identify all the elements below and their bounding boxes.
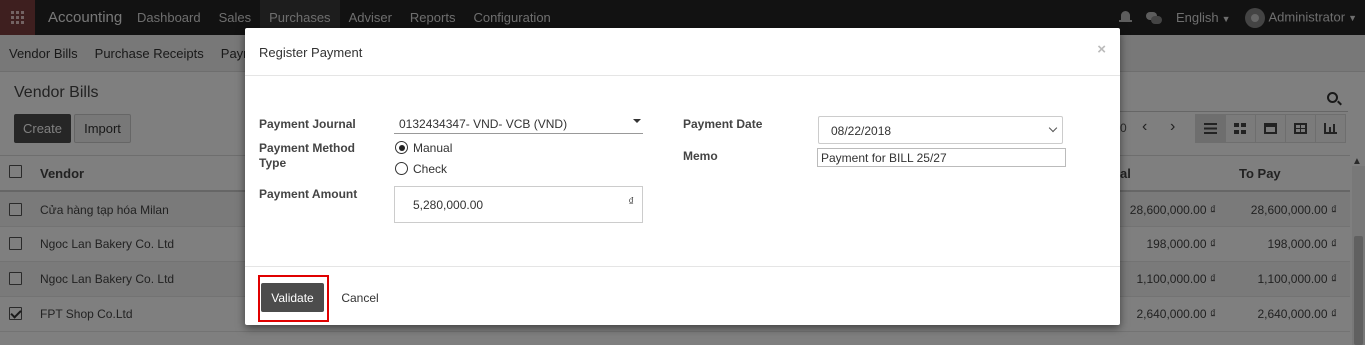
memo-input[interactable]: Payment for BILL 25/27 (817, 148, 1066, 167)
radio-manual[interactable] (395, 141, 408, 154)
payment-method-label: Payment Method Type (259, 141, 356, 170)
memo-value: Payment for BILL 25/27 (821, 151, 947, 165)
payment-journal-label: Payment Journal (259, 117, 356, 131)
chevron-down-icon (1048, 123, 1058, 133)
payment-journal-select[interactable]: 0132434347- VND- VCB (VND) (394, 116, 643, 134)
payment-date-value: 08/22/2018 (831, 124, 892, 138)
radio-manual-label[interactable]: Manual (413, 141, 452, 155)
memo-label: Memo (683, 149, 718, 163)
payment-date-picker[interactable]: 08/22/2018 (818, 116, 1063, 144)
close-icon[interactable]: × (1097, 41, 1106, 58)
radio-check[interactable] (395, 162, 408, 175)
currency-symbol: ₫ (628, 196, 634, 208)
register-payment-dialog: Register Payment × Payment Journal 01324… (245, 28, 1120, 325)
validate-button[interactable]: Validate (261, 283, 324, 312)
modal-title: Register Payment (259, 45, 363, 60)
radio-check-label[interactable]: Check (413, 162, 447, 176)
payment-amount-value: 5,280,000.00 (413, 198, 484, 212)
payment-amount-input[interactable]: 5,280,000.00 ₫ (394, 186, 643, 223)
modal-header: Register Payment × (245, 28, 1120, 76)
chevron-down-icon (633, 119, 641, 123)
payment-date-label: Payment Date (683, 117, 763, 131)
payment-amount-label: Payment Amount (259, 187, 358, 201)
payment-journal-value: 0132434347- VND- VCB (VND) (399, 117, 568, 131)
cancel-button[interactable]: Cancel (330, 283, 390, 312)
